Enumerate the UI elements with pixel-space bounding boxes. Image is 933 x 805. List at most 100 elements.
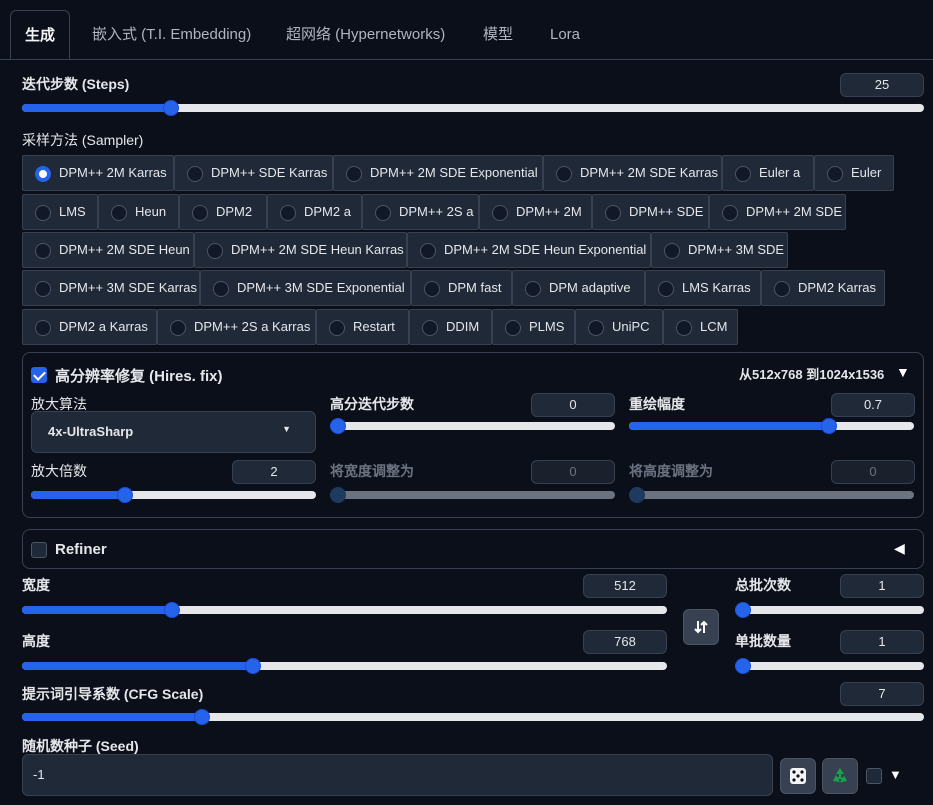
sampler-option[interactable]: DPM++ 2S a [362, 194, 479, 230]
height-input[interactable]: 768 [583, 630, 667, 654]
sampler-option[interactable]: LMS Karras [645, 270, 761, 306]
upscale-by-input[interactable]: 2 [232, 460, 316, 484]
cfg-scale-slider[interactable] [22, 709, 924, 725]
slider-fill [22, 606, 173, 614]
slider-thumb[interactable] [735, 658, 751, 674]
sampler-option[interactable]: DPM++ 2M SDE Heun [22, 232, 194, 268]
sampler-option[interactable]: DPM++ 2M SDE Exponential [333, 155, 543, 191]
refiner-checkbox[interactable] [31, 542, 47, 558]
sampler-option[interactable]: PLMS [492, 309, 575, 345]
width-slider[interactable] [22, 602, 667, 618]
slider-thumb[interactable] [117, 487, 134, 503]
slider-fill [22, 662, 253, 670]
sampler-option[interactable]: DPM2 a [267, 194, 362, 230]
sampler-option[interactable]: DPM++ 2M SDE [709, 194, 846, 230]
sampler-option[interactable]: DPM adaptive [512, 270, 645, 306]
hires-steps-input[interactable]: 0 [531, 393, 615, 417]
slider-track[interactable] [735, 606, 924, 614]
resize-height-slider[interactable] [629, 487, 914, 503]
hires-fix-checkbox[interactable] [31, 367, 47, 383]
sampler-option[interactable]: DPM fast [411, 270, 512, 306]
sampler-option[interactable]: DPM++ SDE [592, 194, 709, 230]
slider-thumb[interactable] [330, 487, 346, 503]
extra-seed-checkbox[interactable] [866, 768, 882, 784]
batch-count-slider[interactable] [735, 602, 924, 618]
slider-thumb[interactable] [162, 100, 179, 116]
slider-track[interactable] [330, 422, 615, 430]
denoise-input[interactable]: 0.7 [831, 393, 915, 417]
resize-height-input[interactable]: 0 [831, 460, 915, 484]
sampler-option[interactable]: DPM++ 3M SDE Exponential [200, 270, 411, 306]
slider-thumb[interactable] [164, 602, 181, 618]
expand-triangle-icon[interactable]: ◀ [894, 540, 905, 557]
random-seed-button[interactable] [780, 758, 816, 794]
radio-dot-icon [207, 243, 223, 259]
upscale-by-slider[interactable] [31, 487, 316, 503]
sampler-option[interactable]: DPM++ 2M [479, 194, 592, 230]
steps-input[interactable]: 25 [840, 73, 924, 97]
extra-seed-triangle-icon[interactable]: ▼ [889, 767, 902, 782]
tab-lora[interactable]: Lora [536, 10, 594, 60]
radio-dot-icon [735, 166, 751, 182]
swap-dimensions-button[interactable] [683, 609, 719, 645]
seed-input[interactable]: -1 [22, 754, 773, 796]
sampler-option[interactable]: DPM++ 2M SDE Karras [543, 155, 722, 191]
slider-track[interactable] [629, 491, 914, 499]
slider-track[interactable] [735, 662, 924, 670]
sampler-option[interactable]: Restart [316, 309, 409, 345]
sampler-option[interactable]: DDIM [409, 309, 492, 345]
denoise-slider[interactable] [629, 418, 914, 434]
upscaler-value: 4x-UltraSharp [48, 424, 134, 439]
collapse-triangle-icon[interactable]: ▼ [896, 364, 910, 380]
slider-thumb[interactable] [820, 418, 837, 434]
upscaler-dropdown[interactable]: 4x-UltraSharp ▼ [31, 411, 316, 453]
tab-embedding[interactable]: 嵌入式 (T.I. Embedding) [78, 10, 265, 60]
batch-count-input[interactable]: 1 [840, 574, 924, 598]
slider-track[interactable] [330, 491, 615, 499]
tab-generate[interactable]: 生成 [10, 10, 71, 60]
width-input[interactable]: 512 [583, 574, 667, 598]
sampler-option[interactable]: Euler a [722, 155, 814, 191]
slider-thumb[interactable] [244, 658, 261, 674]
slider-thumb[interactable] [735, 602, 751, 618]
steps-slider[interactable] [22, 100, 924, 116]
sampler-option[interactable]: DPM++ 2M Karras [22, 155, 174, 191]
sampler-option[interactable]: Euler [814, 155, 894, 191]
tab-hypernetworks[interactable]: 超网络 (Hypernetworks) [272, 10, 459, 60]
tab-models[interactable]: 模型 [469, 10, 527, 60]
slider-thumb[interactable] [330, 418, 346, 434]
sampler-option[interactable]: UniPC [575, 309, 663, 345]
slider-thumb[interactable] [629, 487, 645, 503]
sampler-option[interactable]: DPM++ SDE Karras [174, 155, 333, 191]
reuse-seed-button[interactable] [822, 758, 858, 794]
recycle-icon [833, 768, 847, 783]
sampler-option[interactable]: DPM++ 3M SDE Karras [22, 270, 200, 306]
slider-fill [22, 713, 203, 721]
sampler-option[interactable]: DPM++ 2S a Karras [157, 309, 316, 345]
sampler-option[interactable]: LCM [663, 309, 738, 345]
sampler-option[interactable]: LMS [22, 194, 98, 230]
radio-dot-icon [420, 243, 436, 259]
resize-height-label: 将高度调整为 [629, 463, 713, 479]
height-slider[interactable] [22, 658, 667, 674]
sampler-option[interactable]: Heun [98, 194, 179, 230]
resize-width-input[interactable]: 0 [531, 460, 615, 484]
radio-dot-icon [329, 320, 345, 336]
slider-fill [629, 422, 829, 430]
radio-dot-icon [375, 205, 391, 221]
sampler-option[interactable]: DPM2 a Karras [22, 309, 157, 345]
sampler-option[interactable]: DPM++ 3M SDE [651, 232, 788, 268]
batch-size-slider[interactable] [735, 658, 924, 674]
hires-steps-slider[interactable] [330, 418, 615, 434]
sampler-option[interactable]: DPM++ 2M SDE Heun Exponential [407, 232, 651, 268]
sampler-option[interactable]: DPM2 Karras [761, 270, 885, 306]
slider-thumb[interactable] [194, 709, 211, 725]
denoise-label: 重绘幅度 [629, 396, 685, 412]
slider-fill [22, 104, 171, 112]
sampler-option[interactable]: DPM++ 2M SDE Heun Karras [194, 232, 407, 268]
cfg-scale-input[interactable]: 7 [840, 682, 924, 706]
batch-size-input[interactable]: 1 [840, 630, 924, 654]
resize-width-slider[interactable] [330, 487, 615, 503]
sampler-option[interactable]: DPM2 [179, 194, 267, 230]
radio-dot-icon [556, 166, 572, 182]
